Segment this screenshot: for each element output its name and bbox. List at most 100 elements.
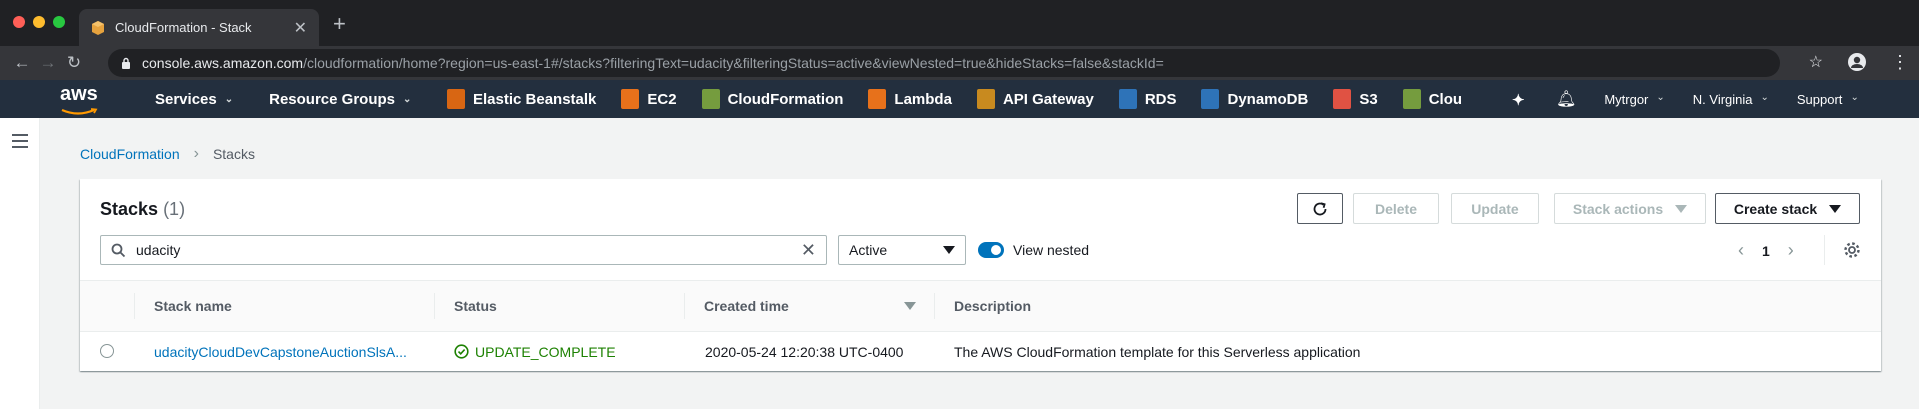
column-header-created-time[interactable]: Created time [684, 281, 934, 331]
browser-tab[interactable]: CloudFormation - Stack ✕ [79, 9, 319, 46]
column-header-stack-name[interactable]: Stack name [134, 281, 434, 331]
stack-actions-button[interactable]: Stack actions [1554, 193, 1706, 224]
delete-label: Delete [1374, 200, 1418, 217]
region-menu[interactable]: N. Virginia ⌄ [1693, 92, 1769, 107]
pin-icon[interactable]: ✦ [1512, 91, 1525, 109]
chevron-down-icon: ⌄ [1850, 91, 1859, 103]
shortcut-dynamodb[interactable]: DynamoDB [1201, 89, 1308, 109]
account-menu[interactable]: Mytrgor ⌄ [1604, 92, 1664, 107]
search-input[interactable]: udacity ✕ [100, 235, 827, 265]
stack-actions-label: Stack actions [1572, 200, 1664, 217]
shortcut-lambda[interactable]: Lambda [868, 89, 952, 109]
table-row[interactable]: udacityCloudDevCapstoneAuctionSlsA... UP… [80, 332, 1881, 371]
previous-page-icon[interactable]: ‹ [1738, 240, 1744, 261]
shortcut-s3[interactable]: S3 [1333, 89, 1378, 109]
resource-groups-menu[interactable]: Resource Groups ⌄ [269, 91, 411, 108]
browser-toolbar: ← → ↻ console.aws.amazon.com/cloudformat… [0, 46, 1919, 80]
delete-button[interactable]: Delete [1353, 193, 1439, 224]
shortcut-label: Elastic Beanstalk [473, 90, 597, 108]
column-header-description[interactable]: Description [934, 281, 1834, 331]
aws-smile-icon [61, 108, 98, 115]
update-button[interactable]: Update [1451, 193, 1539, 224]
url-path: /cloudformation/home?region=us-east-1#/s… [303, 55, 1164, 71]
create-stack-button[interactable]: Create stack [1715, 193, 1860, 224]
cloud9-icon [1402, 89, 1421, 109]
aws-logo[interactable]: aws [60, 83, 100, 120]
cloudformation-favicon-icon [92, 20, 104, 35]
tab-title: CloudFormation - Stack [115, 20, 252, 35]
forward-arrow-icon[interactable]: → [35, 53, 61, 73]
support-label: Support [1796, 91, 1843, 107]
create-stack-label: Create stack [1733, 200, 1818, 217]
stacks-panel: Stacks (1) Delete Update Stack actions C… [80, 179, 1881, 371]
search-value: udacity [136, 242, 181, 258]
stack-count: (1) [163, 199, 186, 219]
shortcut-elastic-beanstalk[interactable]: Elastic Beanstalk [447, 89, 596, 109]
window-controls [13, 16, 65, 28]
minimize-window-button[interactable] [33, 16, 45, 28]
maximize-window-button[interactable] [53, 16, 65, 28]
aws-navigation-bar: aws Services ⌄ Resource Groups ⌄ Elastic B… [0, 80, 1919, 118]
resource-groups-label: Resource Groups [269, 90, 395, 108]
services-menu[interactable]: Services ⌄ [155, 91, 233, 108]
close-window-button[interactable] [13, 16, 25, 28]
caret-down-icon [1675, 204, 1688, 213]
s3-icon [1333, 89, 1352, 109]
panel-title-text: Stacks [100, 199, 159, 219]
status-badge: UPDATE_COMPLETE [454, 344, 616, 360]
shortcut-rds[interactable]: RDS [1118, 89, 1177, 109]
shortcut-label: EC2 [647, 90, 677, 108]
next-page-icon[interactable]: › [1788, 240, 1794, 261]
new-tab-icon[interactable]: + [333, 12, 346, 36]
hamburger-menu-icon[interactable] [12, 134, 28, 152]
bell-icon[interactable]: 🔔︎ [1556, 89, 1576, 109]
reload-icon[interactable]: ↻ [61, 53, 87, 73]
dynamodb-icon [1201, 89, 1220, 109]
status-filter-select[interactable]: Active [838, 235, 966, 265]
gear-icon[interactable] [1843, 241, 1861, 259]
rds-icon [1118, 89, 1137, 109]
update-label: Update [1471, 200, 1519, 217]
chevron-down-icon: ⌄ [1760, 91, 1769, 103]
chevron-down-icon: ⌄ [1656, 91, 1665, 103]
view-nested-toggle[interactable] [978, 242, 1004, 258]
stack-name-cell: udacityCloudDevCapstoneAuctionSlsA... [154, 332, 424, 371]
browser-toolbar-right: ☆ ⋮ [1809, 52, 1909, 72]
shortcut-api-gateway[interactable]: API Gateway [976, 89, 1094, 109]
success-check-icon [454, 344, 469, 359]
shortcut-cloudformation[interactable]: CloudFormation [701, 89, 843, 109]
lambda-icon [868, 89, 887, 109]
shortcut-cloud9[interactable]: Clou [1402, 89, 1462, 109]
tab-close-icon[interactable]: ✕ [294, 18, 307, 38]
account-label: Mytrgor [1604, 91, 1649, 107]
current-page[interactable]: 1 [1762, 243, 1770, 259]
table-header: Stack name Status Created time Descripti… [80, 280, 1881, 332]
stack-name-link[interactable]: udacityCloudDevCapstoneAuctionSlsA... [154, 344, 407, 360]
profile-avatar-icon[interactable] [1847, 52, 1867, 72]
description-cell: The AWS CloudFormation template for this… [954, 343, 1361, 360]
back-arrow-icon[interactable]: ← [9, 53, 35, 73]
clear-search-icon[interactable]: ✕ [801, 240, 816, 261]
refresh-button[interactable] [1297, 193, 1343, 224]
divider [1824, 235, 1825, 265]
row-select-radio[interactable] [100, 344, 114, 358]
side-navigation-rail [0, 118, 40, 409]
support-menu[interactable]: Support ⌄ [1797, 92, 1859, 107]
shortcut-label: API Gateway [1002, 90, 1094, 108]
bookmark-star-icon[interactable]: ☆ [1809, 52, 1823, 72]
shortcut-label: RDS [1144, 90, 1177, 108]
service-shortcuts: Elastic Beanstalk EC2 CloudFormation Lam… [447, 89, 1462, 109]
address-bar[interactable]: console.aws.amazon.com/cloudformation/ho… [108, 49, 1780, 77]
browser-menu-icon[interactable]: ⋮ [1891, 53, 1909, 71]
shortcut-label: Lambda [894, 90, 952, 108]
breadcrumb-cloudformation-link[interactable]: CloudFormation [80, 146, 180, 162]
created-time-cell: 2020-05-24 12:20:38 UTC-0400 [705, 343, 904, 360]
column-label: Stack name [154, 298, 232, 314]
aws-logo-text: aws [60, 83, 98, 105]
services-label: Services [155, 90, 217, 108]
search-icon [111, 243, 126, 257]
shortcut-ec2[interactable]: EC2 [621, 89, 677, 109]
toggle-knob [991, 245, 1001, 255]
column-label: Status [454, 298, 497, 314]
column-header-status[interactable]: Status [434, 281, 684, 331]
